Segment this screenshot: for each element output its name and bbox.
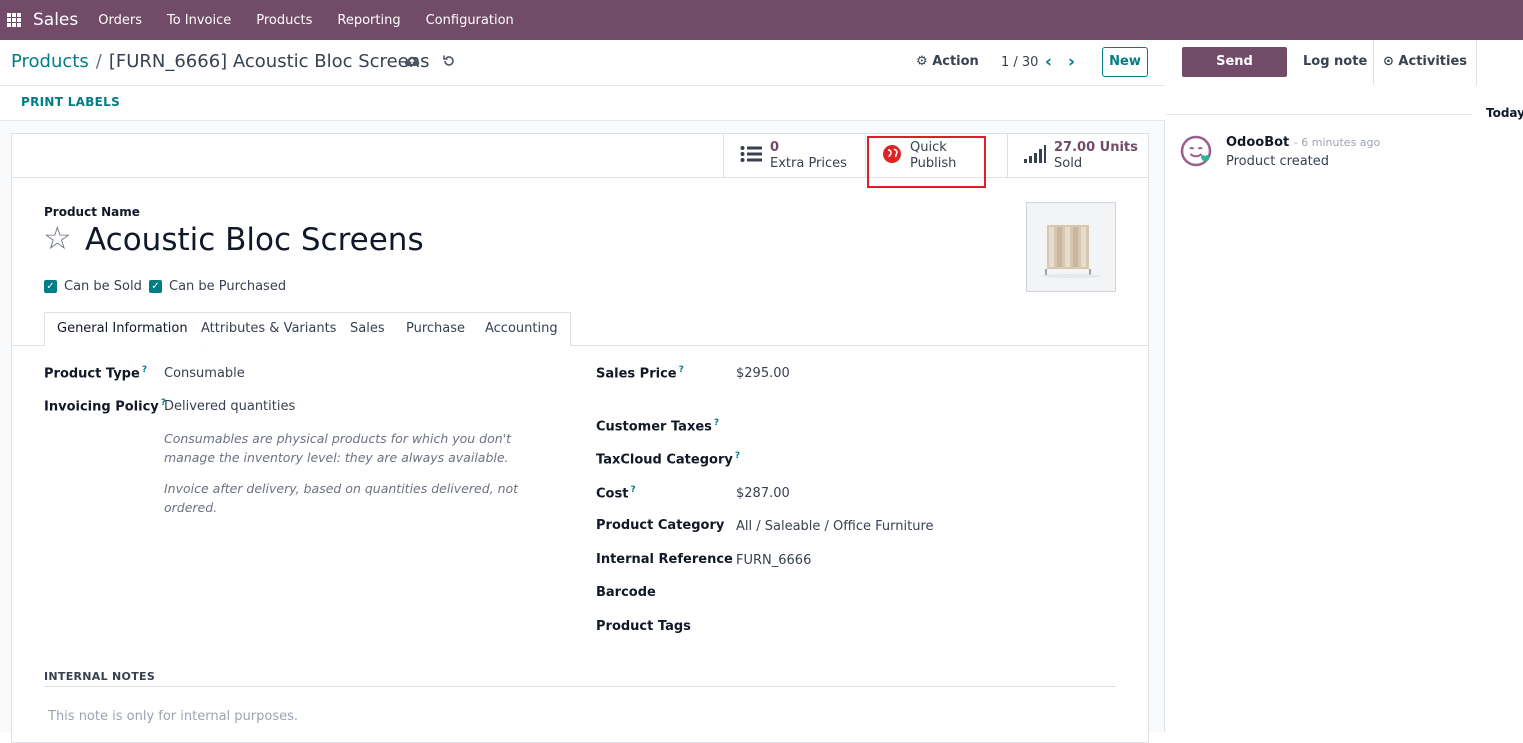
main-content: Products / [FURN_6666] Acoustic Bloc Scr… (0, 40, 1165, 743)
cost-label: Cost? (596, 485, 636, 501)
pager-previous-icon[interactable]: ‹ (1045, 52, 1052, 72)
notebook-tabs: General Information Attributes & Variant… (12, 312, 1148, 347)
checkbox-checked-icon[interactable]: ✓ (44, 280, 57, 293)
divider (44, 686, 1116, 687)
units-sold-label: Sold (1054, 156, 1083, 171)
taxcloud-category-label: TaxCloud Category? (596, 451, 740, 467)
favorite-star-icon[interactable]: ☆ (43, 220, 72, 256)
pager-value[interactable]: 1 / 30 (1001, 55, 1038, 70)
menu-reporting[interactable]: Reporting (337, 13, 400, 28)
can-be-purchased-label: Can be Purchased (169, 279, 287, 294)
list-icon (740, 144, 762, 168)
product-name-label: Product Name (44, 205, 140, 219)
can-be-sold-checkbox[interactable]: ✓ Can be Sold (44, 279, 142, 294)
can-be-sold-label: Can be Sold (64, 279, 142, 294)
can-be-purchased-checkbox[interactable]: ✓ Can be Purchased (149, 279, 286, 294)
menu-configuration[interactable]: Configuration (426, 13, 514, 28)
breadcrumb: Products / [FURN_6666] Acoustic Bloc Scr… (11, 51, 430, 72)
cost-label-text: Cost (596, 486, 629, 502)
message-timestamp: - 6 minutes ago (1293, 136, 1381, 149)
activities-button[interactable]: ⊙ Activities (1373, 40, 1477, 85)
menu-products[interactable]: Products (256, 13, 312, 28)
help-tooltip-icon[interactable]: ? (735, 451, 740, 461)
divider (1166, 114, 1472, 115)
signal-bars-icon (1024, 144, 1046, 168)
cost-field[interactable]: $287.00 (736, 486, 790, 501)
print-labels-button[interactable]: PRINT LABELS (21, 95, 120, 109)
control-panel: Products / [FURN_6666] Acoustic Bloc Scr… (0, 40, 1165, 86)
extra-prices-label: Extra Prices (770, 156, 847, 171)
product-tags-label: Product Tags (596, 619, 691, 634)
status-bar: PRINT LABELS (0, 86, 1165, 121)
invoicing-policy-label: Invoicing Policy? (44, 398, 166, 414)
internal-reference-label: Internal Reference (596, 552, 733, 567)
customer-taxes-label-text: Customer Taxes (596, 419, 712, 435)
clock-icon: ⊙ (1382, 54, 1394, 69)
breadcrumb-current: [FURN_6666] Acoustic Bloc Screens (108, 51, 430, 72)
author-name[interactable]: OdooBot (1226, 135, 1289, 150)
help-invoice-text: Invoice after delivery, based on quantit… (164, 481, 519, 515)
customer-taxes-label: Customer Taxes? (596, 418, 719, 434)
sales-price-label-text: Sales Price (596, 366, 677, 382)
extra-prices-button[interactable]: 0 Extra Prices (723, 134, 865, 178)
tab-accounting[interactable]: Accounting (473, 312, 571, 346)
action-menu-button[interactable]: ⚙ Action (916, 54, 979, 69)
units-sold-button[interactable]: 27.00 Units Sold (1007, 134, 1148, 178)
chatter-panel: Send message Log note ⊙ Activities Today… (1166, 40, 1523, 732)
product-category-label: Product Category (596, 518, 725, 533)
smart-button-box: 0 Extra Prices Quick Publish 27.00 Units… (12, 134, 1148, 188)
tab-general-information[interactable]: General Information (44, 312, 201, 347)
units-sold-value: 27.00 Units (1054, 140, 1138, 155)
top-navbar: Sales Orders To Invoice Products Reporti… (0, 0, 1523, 40)
chatter-topbar: Send message Log note ⊙ Activities (1166, 40, 1523, 99)
message-body: Product created (1226, 154, 1330, 169)
sales-price-field[interactable]: $295.00 (736, 366, 790, 381)
help-tooltip-icon[interactable]: ? (142, 365, 147, 375)
tab-sales[interactable]: Sales (338, 312, 398, 346)
message-author: OdooBot - 6 minutes ago (1226, 135, 1380, 150)
new-button[interactable]: New (1102, 47, 1148, 77)
save-cloud-icon[interactable] (404, 54, 420, 70)
product-image[interactable] (1026, 202, 1116, 292)
barcode-label: Barcode (596, 585, 656, 600)
extra-prices-count: 0 (770, 140, 780, 155)
highlight-annotation-box (867, 136, 986, 188)
send-message-button[interactable]: Send message (1182, 47, 1287, 99)
date-separator-today: Today (1486, 106, 1523, 120)
discard-undo-icon[interactable] (441, 54, 457, 70)
app-name[interactable]: Sales (33, 10, 78, 30)
product-category-field[interactable]: All / Saleable / Office Furniture (736, 519, 934, 534)
internal-reference-field[interactable]: FURN_6666 (736, 553, 811, 568)
sales-price-label: Sales Price? (596, 365, 684, 381)
gear-icon: ⚙ (916, 54, 928, 69)
product-type-label: Product Type? (44, 365, 147, 381)
invoicing-policy-label-text: Invoicing Policy (44, 399, 159, 415)
help-consumable-text: Consumables are physical products for wh… (164, 431, 512, 465)
help-tooltip-icon[interactable]: ? (679, 365, 684, 375)
internal-notes-field[interactable]: This note is only for internal purposes. (48, 709, 298, 724)
help-tooltip-icon[interactable]: ? (714, 418, 719, 428)
menu-orders[interactable]: Orders (98, 13, 142, 28)
checkbox-checked-icon[interactable]: ✓ (149, 280, 162, 293)
tab-purchase[interactable]: Purchase (394, 312, 479, 346)
tab-attributes-variants[interactable]: Attributes & Variants (189, 312, 350, 346)
form-sheet: 0 Extra Prices Quick Publish 27.00 Units… (11, 133, 1149, 743)
activities-label: Activities (1398, 54, 1468, 69)
internal-notes-heading: INTERNAL NOTES (44, 670, 156, 683)
product-type-label-text: Product Type (44, 366, 140, 382)
breadcrumb-separator: / (95, 51, 102, 72)
apps-grid-icon[interactable] (7, 13, 21, 27)
taxcloud-category-label-text: TaxCloud Category (596, 452, 733, 468)
breadcrumb-products-link[interactable]: Products (11, 51, 89, 72)
menu-to-invoice[interactable]: To Invoice (167, 13, 231, 28)
help-tooltip-icon[interactable]: ? (630, 485, 635, 495)
log-note-button[interactable]: Log note (1303, 54, 1367, 69)
product-name-field[interactable]: Acoustic Bloc Screens (85, 222, 424, 258)
pager-next-icon[interactable]: › (1068, 52, 1075, 72)
action-label: Action (932, 54, 979, 69)
invoicing-policy-select[interactable]: Delivered quantities (164, 399, 295, 414)
odoobot-avatar[interactable] (1180, 135, 1212, 167)
product-type-select[interactable]: Consumable (164, 366, 245, 381)
